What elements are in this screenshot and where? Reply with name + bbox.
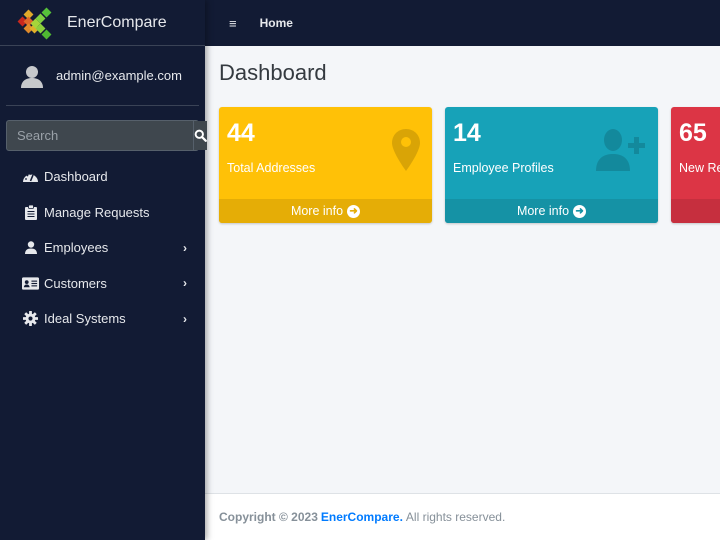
search-icon	[194, 129, 207, 142]
home-link[interactable]: Home	[260, 16, 293, 30]
sidebar-item-ideal-systems[interactable]: Ideal Systems ›	[0, 301, 205, 337]
page-footer: Copyright © 2023 EnerCompare. All rights…	[205, 493, 720, 540]
arrow-circle-right-icon: ➜	[347, 204, 361, 218]
sidebar-nav: Dashboard Manage Requests Employees › Cu…	[0, 159, 205, 337]
stat-box-new-requests: 65 New Re	[671, 107, 720, 223]
chevron-right-icon: ›	[183, 240, 187, 255]
brand-logo-icon	[16, 7, 54, 39]
stat-label: Employee Profiles	[453, 161, 554, 175]
tachometer-icon	[22, 169, 39, 185]
content-wrapper: Dashboard 44 Total Addresses More info ➜…	[205, 46, 720, 493]
more-info-label: More info	[290, 204, 344, 218]
clipboard-icon	[22, 204, 39, 220]
sidebar-item-label: Manage Requests	[44, 204, 150, 220]
search-button[interactable]	[193, 121, 207, 150]
copyright-text: Copyright © 2023	[219, 510, 318, 524]
stat-value: 44	[227, 119, 255, 147]
stat-box-employee-profiles: 14 Employee Profiles More info ➜	[445, 107, 658, 223]
stat-value: 65	[679, 119, 707, 147]
footer-brand-link[interactable]: EnerCompare.	[321, 510, 403, 524]
sidebar-item-label: Employees	[44, 240, 109, 256]
sidebar-item-employees[interactable]: Employees ›	[0, 230, 205, 266]
stat-label: Total Addresses	[227, 161, 316, 175]
page-title: Dashboard	[219, 60, 327, 85]
sidebar-item-label: Dashboard	[44, 169, 108, 185]
brand-name: EnerCompare	[67, 13, 167, 31]
user-icon	[22, 240, 39, 256]
more-info-link[interactable]	[671, 199, 720, 223]
more-info-label: More info	[516, 204, 570, 218]
search-input[interactable]	[7, 121, 193, 150]
user-panel[interactable]: admin@example.com	[6, 46, 199, 106]
rights-text: All rights reserved.	[405, 510, 506, 524]
stat-value: 14	[453, 119, 481, 147]
top-navbar: ≡ Home	[205, 0, 720, 46]
sidebar-search	[6, 120, 207, 151]
sidebar-item-manage-requests[interactable]: Manage Requests	[0, 195, 205, 231]
chevron-right-icon: ›	[183, 311, 187, 326]
map-marker-icon	[392, 129, 420, 171]
brand-link[interactable]: EnerCompare	[0, 0, 205, 46]
sidebar-item-label: Ideal Systems	[44, 311, 126, 327]
user-plus-icon	[596, 129, 645, 171]
sidebar-item-dashboard[interactable]: Dashboard	[0, 159, 205, 195]
stat-box-total-addresses: 44 Total Addresses More info ➜	[219, 107, 432, 223]
sidebar: EnerCompare admin@example.com Dashboard	[0, 0, 207, 540]
arrow-circle-right-icon: ➜	[573, 204, 587, 218]
stat-label: New Re	[679, 161, 720, 175]
more-info-link[interactable]: More info ➜	[445, 199, 658, 223]
gear-icon	[22, 311, 39, 327]
more-info-link[interactable]: More info ➜	[219, 199, 432, 223]
user-name[interactable]: admin@example.com	[56, 68, 182, 83]
avatar	[21, 65, 43, 88]
menu-toggle-icon[interactable]: ≡	[229, 16, 237, 31]
sidebar-item-label: Customers	[44, 275, 107, 291]
id-card-icon	[22, 275, 39, 291]
sidebar-item-customers[interactable]: Customers ›	[0, 266, 205, 302]
chevron-right-icon: ›	[183, 276, 187, 291]
